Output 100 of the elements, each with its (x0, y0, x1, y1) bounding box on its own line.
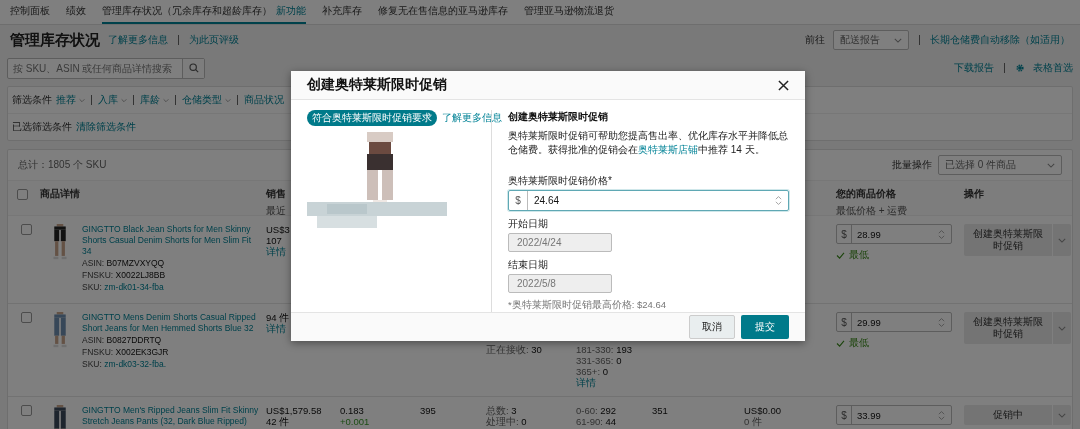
bulk-label: 批量操作 (892, 158, 932, 172)
checkbox[interactable] (21, 405, 32, 416)
id-text: FNSKU: X0022LJ8BB (82, 270, 167, 281)
report-select[interactable]: 配送报告 (833, 30, 909, 50)
nav-tab[interactable]: 修复无在售信息的亚马逊库存 (378, 0, 508, 24)
cell-text: 总数: 3 (486, 405, 518, 416)
checkbox[interactable] (21, 224, 32, 235)
filter-dropdown[interactable]: 推荐 (56, 93, 85, 107)
price-field[interactable]: $ 28.99 (836, 224, 952, 244)
action-button[interactable]: 促销中 (964, 405, 1052, 425)
cell-text: 107 (266, 235, 283, 246)
filter-dropdown[interactable]: 仓储类型 (182, 93, 231, 107)
action-menu-button[interactable] (1053, 224, 1071, 256)
column-subheader: 最低价格 + 运费 (836, 204, 909, 218)
filter-dropdown[interactable]: 库龄 (140, 93, 169, 107)
lowest-note: 最低 (836, 336, 956, 350)
price-field[interactable]: $ 29.99 (836, 312, 952, 332)
nav-tab[interactable]: 补充库存 (322, 0, 362, 24)
action-menu-button[interactable] (1053, 312, 1071, 344)
search-button[interactable] (182, 58, 204, 78)
column-header: 您的商品价格 (836, 187, 897, 201)
product-title-link[interactable]: GINGTTO Men's Ripped Jeans Slim Fit Skinny Stretch Jeans Pants (32, Dark Blue Ripped) (82, 405, 260, 427)
action-button[interactable]: 创建奥特莱斯限时促销 (964, 312, 1052, 344)
check-icon (836, 339, 845, 347)
header-link[interactable]: 为此页评级 (189, 33, 239, 47)
product-title-link[interactable]: GINGTTO Mens Denim Shorts Casual Ripped Short Jeans for Men Hemmed Shorts Blue 32 (82, 312, 260, 334)
filter-dropdown[interactable]: 商品状况 (244, 93, 284, 107)
date-label: 结束日期 (508, 258, 549, 273)
download-link[interactable]: 下载报告 (954, 61, 994, 75)
cell-text: 0 件 (744, 416, 763, 427)
cell-text: 0-60: 292 (576, 405, 618, 416)
action-button[interactable]: 创建奥特莱斯限时促销 (964, 224, 1052, 256)
cell-text: 61-90: 44 (576, 416, 618, 427)
dialog-title: 创建奥特莱斯限时促销 (307, 76, 447, 95)
sku-text: SKU: zm-dk01-34-fba (82, 282, 165, 293)
section-heading: 创建奥特莱斯限时促销 (508, 110, 609, 125)
max-price-note: *奥特莱斯限时促销最高价格: $24.64 (508, 299, 668, 313)
caret-icon (1058, 325, 1066, 331)
nav-tab[interactable]: 绩效 (66, 0, 86, 24)
outlet-store-link[interactable]: 奥特莱斯店铺 (638, 144, 698, 156)
nav-tab[interactable]: 管理亚马逊物流退货 (524, 0, 614, 24)
cell-text: US$3 (266, 224, 291, 235)
preferences-link[interactable]: 表格首选 (1033, 61, 1073, 75)
close-icon (778, 79, 789, 91)
caret-icon (225, 97, 231, 103)
page-title: 管理库存状况 (10, 30, 100, 50)
column-header: 商品详情 (40, 187, 81, 201)
cell-text: 0.183 (340, 405, 365, 416)
clear-filters-link[interactable]: 清除筛选条件 (76, 120, 136, 134)
id-text: ASIN: B0827DDRTQ (82, 335, 163, 346)
submit-button[interactable]: 提交 (741, 315, 789, 340)
id-text: FNSKU: X002EK3GJR (82, 347, 170, 358)
cell-text: 42 件 (266, 416, 291, 427)
selected-filters-label: 已选筛选条件 (12, 120, 72, 134)
search-icon (188, 63, 199, 73)
cell-text: US$1,579.58 (266, 405, 323, 416)
caret-icon (1058, 237, 1066, 243)
caret-icon (121, 97, 127, 103)
lowest-note: 最低 (836, 248, 956, 262)
column-subheader: 最近 (266, 204, 287, 218)
total-count: 总计：1805 个 SKU (18, 158, 107, 172)
eligible-badge: 符合奥特莱斯限时促销要求 (307, 110, 437, 127)
caret-icon (79, 97, 85, 103)
header-link[interactable]: 了解更多信息 (108, 33, 168, 47)
cell-text: 351 (652, 405, 669, 416)
check-icon (836, 251, 845, 259)
change-text: +0.001 (340, 416, 371, 427)
caret-icon (163, 97, 169, 103)
cell-text: US$0.00 (744, 405, 782, 416)
cell-text: 处理中: 0 (486, 416, 528, 427)
description-text: 奥特莱斯限时促销可帮助您提高售出率、优化库存水平并降低总仓储费。获得批准的促销会在奥特莱斯店铺中推荐 14 天。 (508, 129, 789, 158)
product-title-link[interactable]: GINGTTO Black Jean Shorts for Men Skinny Shorts Casual Denim Shorts for Men Slim Fit 34 (82, 224, 260, 257)
nav-tab[interactable]: 管理库存状况（冗余库存和超龄库存） 新功能 (102, 0, 306, 24)
caret-icon (1058, 412, 1066, 418)
promotion-price-field[interactable]: $ 24.64 (508, 190, 789, 212)
details-link[interactable]: 详情 (576, 377, 644, 388)
filter-dropdown[interactable]: 入库 (98, 93, 127, 107)
column-header: 销售 (266, 187, 287, 201)
cell-text: 94 件 (266, 312, 291, 323)
spinner-icon[interactable] (938, 316, 945, 328)
chevron-down-icon (1047, 162, 1055, 168)
learn-more-link[interactable]: 了解更多信息 (442, 111, 502, 126)
removal-link[interactable]: 长期仓储费自动移除（如适用） (930, 33, 1070, 47)
price-label: 奥特莱斯限时促销价格* (508, 174, 613, 189)
column-header: 操作 (964, 187, 985, 201)
cancel-button[interactable]: 取消 (689, 315, 735, 340)
bulk-select[interactable]: 已选择 0 件商品 (938, 155, 1062, 175)
checkbox[interactable] (21, 312, 32, 323)
chevron-down-icon (894, 37, 902, 43)
nav-tab[interactable]: 控制面板 (10, 0, 50, 24)
price-field[interactable]: $ 33.99 (836, 405, 952, 425)
sku-text: SKU: zm-dk03-32-fba. (82, 359, 168, 370)
checkbox[interactable] (17, 189, 28, 200)
action-menu-button[interactable] (1053, 405, 1071, 425)
id-text: ASIN: B07MZVXYQQ (82, 258, 166, 269)
spinner-icon[interactable] (938, 409, 945, 421)
close-button[interactable] (778, 79, 789, 91)
spinner-icon[interactable] (775, 195, 782, 207)
settings-icon[interactable] (1015, 63, 1025, 73)
spinner-icon[interactable] (938, 228, 945, 240)
